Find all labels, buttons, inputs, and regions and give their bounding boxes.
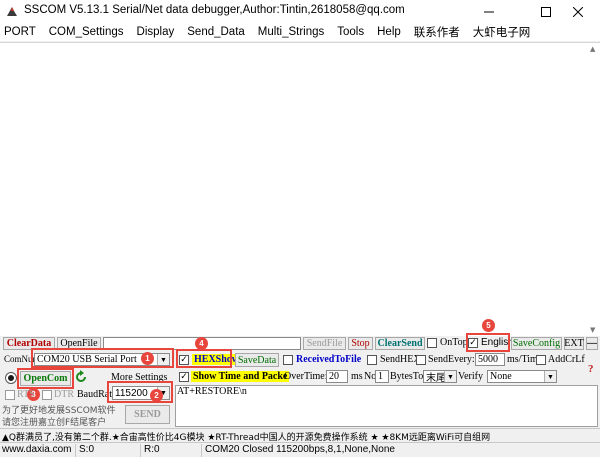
dtr-checkbox[interactable]	[42, 390, 52, 400]
refresh-icon[interactable]	[74, 370, 88, 384]
annotation-marker-2: 2	[150, 389, 163, 402]
dtr-label: DTR	[54, 389, 74, 400]
add-crlf-label: AddCrLf	[548, 354, 585, 365]
bytes-to-dropdown-icon[interactable]: ▼	[444, 371, 456, 382]
receive-scrollbar[interactable]: ▲ ▼	[588, 43, 600, 336]
bytes-to-value: 末尾	[426, 373, 446, 383]
overtime-label: OverTime:	[284, 371, 328, 382]
verify-select[interactable]: None ▼	[487, 370, 557, 383]
add-crlf-checkbox[interactable]	[536, 355, 546, 365]
close-icon	[572, 6, 583, 17]
annotation-box-baud-rate	[107, 381, 173, 403]
verify-dropdown-icon[interactable]: ▼	[544, 371, 556, 382]
menu-port[interactable]: PORT	[4, 26, 36, 38]
close-button[interactable]	[555, 0, 600, 23]
send-hex-label: SendHEX	[380, 354, 421, 365]
menu-com-settings[interactable]: COM_Settings	[49, 26, 124, 38]
on-top-checkbox[interactable]	[427, 338, 437, 348]
collapse-button[interactable]: —	[586, 337, 598, 350]
ext-button[interactable]: EXT	[564, 337, 584, 350]
menu-send-data[interactable]: Send_Data	[187, 26, 245, 38]
svg-text:?: ?	[588, 363, 594, 374]
rts-checkbox[interactable]	[5, 390, 15, 400]
annotation-box-english	[466, 333, 510, 352]
verify-label: Verify	[458, 371, 483, 382]
annotation-marker-1: 1	[141, 352, 154, 365]
clear-send-button[interactable]: ClearSend	[375, 337, 425, 350]
minimize-icon	[483, 11, 494, 12]
receive-area[interactable]: ▲ ▼	[0, 42, 600, 336]
menu-contact-author[interactable]: 联系作者	[414, 24, 460, 40]
status-sent-count: S:0	[77, 444, 141, 457]
annotation-marker-4: 4	[195, 337, 208, 350]
stop-button[interactable]: Stop	[348, 337, 373, 350]
send-text: AT+RESTORE\n	[177, 386, 247, 397]
annotation-box-open-com	[17, 368, 74, 389]
verify-value: None	[490, 371, 512, 382]
save-config-button[interactable]: SaveConfig	[511, 337, 562, 350]
send-file-button[interactable]: SendFile	[303, 337, 346, 350]
menu-tools[interactable]: Tools	[337, 26, 364, 38]
show-time-checkbox[interactable]	[179, 372, 189, 382]
annotation-marker-5: 5	[482, 319, 495, 332]
ms-tim-label: ms/Tim	[507, 354, 538, 365]
scroll-down-icon[interactable]: ▼	[590, 326, 595, 334]
status-port-state: COM20 Closed 115200bps,8,1,None,None	[205, 444, 395, 455]
status-bar: www.daxia.com S:0 R:0 COM20 Closed 11520…	[0, 442, 600, 457]
scroll-up-icon[interactable]: ▲	[590, 45, 595, 53]
port-status-indicator	[5, 372, 17, 384]
ms-label: ms	[351, 371, 363, 382]
send-button[interactable]: SEND	[125, 405, 170, 424]
on-top-label: OnTop	[440, 337, 468, 348]
promo-line-2[interactable]: 请您注册嘉立创F结尾客户	[2, 415, 106, 428]
show-time-label: Show Time and Packe	[191, 371, 290, 382]
bytes-to-label: BytesTo	[390, 371, 424, 382]
received-to-file-label: ReceivedToFile	[296, 354, 362, 365]
menu-help[interactable]: Help	[377, 26, 401, 38]
send-every-input[interactable]: 5000	[475, 353, 505, 366]
ticker-bar: ▲Q群满员了,没有第二个群.★合宙高性价比4G模块 ★RT-Thread中国人的…	[0, 428, 600, 443]
rts-label: RTS	[17, 389, 35, 400]
app-icon	[5, 5, 19, 18]
bytes-to-select[interactable]: 末尾 ▼	[423, 370, 457, 383]
menu-bar: PORT COM_Settings Display Send_Data Mult…	[0, 23, 600, 41]
received-to-file-checkbox[interactable]	[283, 355, 293, 365]
status-site[interactable]: www.daxia.com	[0, 444, 76, 457]
minimize-button[interactable]	[466, 0, 511, 23]
title-bar: SSCOM V5.13.1 Serial/Net data debugger,A…	[0, 0, 600, 23]
help-icon[interactable]: ?	[586, 362, 596, 374]
send-every-checkbox[interactable]	[416, 355, 426, 365]
status-received-count: R:0	[142, 444, 202, 457]
overtime-input[interactable]: 20	[326, 370, 348, 383]
save-data-button[interactable]: SaveData	[235, 353, 279, 367]
maximize-icon	[540, 6, 551, 17]
send-text-area[interactable]: AT+RESTORE\n	[175, 385, 598, 427]
window-title: SSCOM V5.13.1 Serial/Net data debugger,A…	[24, 4, 405, 16]
menu-daxia[interactable]: 大虾电子网	[473, 24, 531, 40]
send-hex-checkbox[interactable]	[367, 355, 377, 365]
annotation-box-hex-show	[176, 349, 232, 368]
menu-display[interactable]: Display	[137, 26, 175, 38]
menu-multi-strings[interactable]: Multi_Strings	[258, 26, 324, 38]
send-every-label: SendEvery:	[428, 354, 475, 365]
no-input[interactable]: 1	[375, 370, 389, 383]
